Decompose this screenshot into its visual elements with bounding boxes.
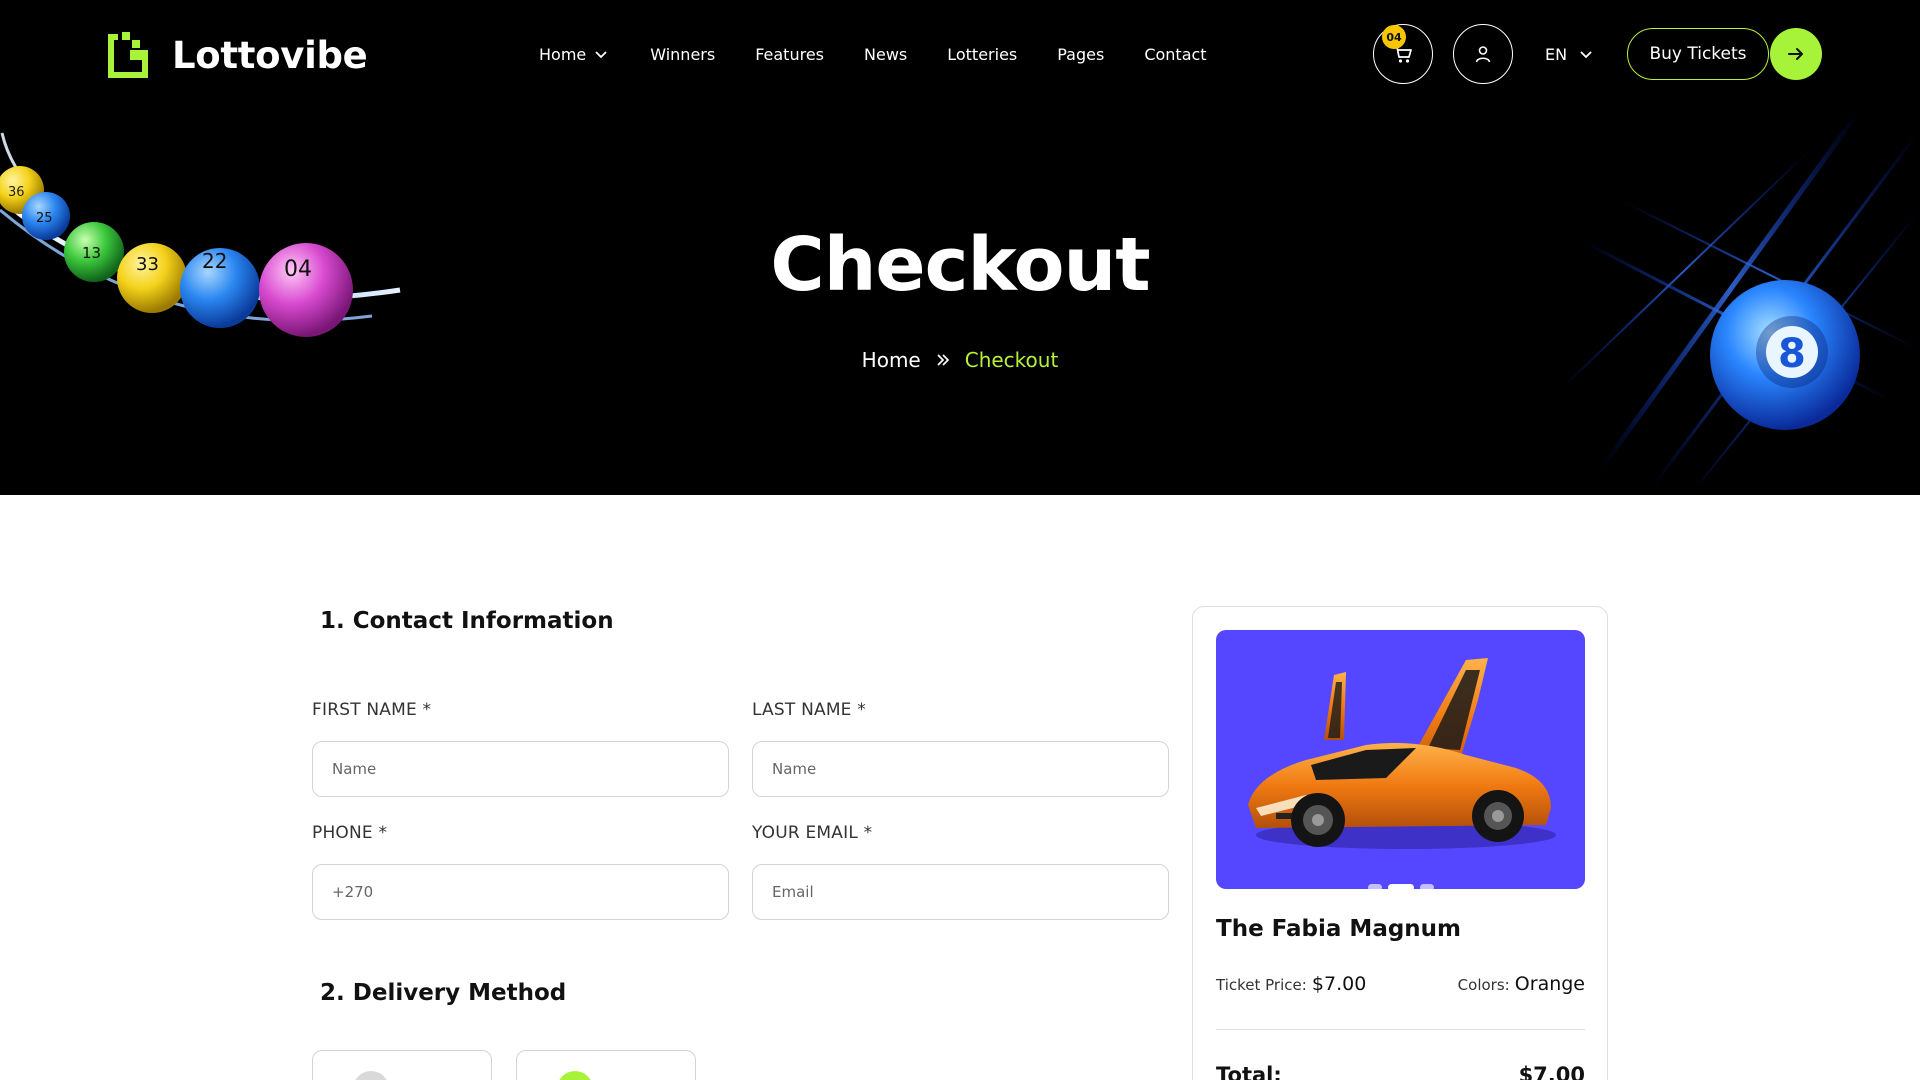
radio-selected — [557, 1071, 593, 1080]
buy-tickets-arrow-button[interactable] — [1770, 28, 1822, 80]
first-name-label: FIRST NAME * — [312, 700, 432, 720]
email-input[interactable] — [752, 864, 1169, 920]
logo-icon — [108, 32, 148, 78]
nav-item-label: News — [864, 44, 908, 64]
nav-item-label: Contact — [1144, 44, 1207, 64]
carousel-dots — [1216, 884, 1585, 889]
email-label: YOUR EMAIL * — [752, 823, 873, 843]
last-name-input[interactable] — [752, 741, 1169, 797]
total-label: Total: — [1216, 1063, 1282, 1080]
nav-item-label: Home — [539, 44, 587, 64]
sports-car-illustration — [1248, 658, 1556, 849]
page-title: Checkout — [770, 222, 1150, 308]
nav-item-features[interactable]: Features — [755, 40, 824, 68]
top-navigation: Lottovibe Home Winners Features News Lot… — [0, 0, 1920, 108]
breadcrumb: Home Checkout — [0, 348, 1920, 372]
nav-item-news[interactable]: News — [864, 40, 907, 68]
chevron-down-icon — [1580, 51, 1592, 59]
last-name-label: LAST NAME * — [752, 700, 866, 720]
ticket-price-value: $7.00 — [1311, 973, 1367, 995]
nav-item-label: Features — [755, 44, 824, 64]
color-value: Orange — [1514, 973, 1585, 995]
nav-item-lotteries[interactable]: Lotteries — [947, 40, 1017, 68]
nav-item-label: Pages — [1057, 44, 1105, 64]
nav-item-pages[interactable]: Pages — [1057, 40, 1104, 68]
language-label: EN — [1545, 44, 1568, 64]
ball-number: 36 — [8, 185, 25, 200]
breadcrumb-current: Checkout — [964, 348, 1059, 372]
page-hero: 36 25 13 33 22 04 8 Lottovibe Home Winne… — [0, 0, 1920, 495]
contact-section-heading: 1. Contact Information — [320, 608, 614, 634]
brand-name: Lottovibe — [172, 33, 368, 77]
nav-item-winners[interactable]: Winners — [650, 40, 715, 68]
phone-label: PHONE * — [312, 823, 388, 843]
radio-unselected — [353, 1071, 389, 1080]
brand-logo[interactable]: Lottovibe — [106, 30, 368, 80]
delivery-option-1[interactable] — [312, 1050, 492, 1080]
carousel-dot-active[interactable] — [1387, 884, 1414, 889]
chevron-down-icon — [595, 51, 607, 59]
nav-item-contact[interactable]: Contact — [1144, 40, 1206, 68]
breadcrumb-home-link[interactable]: Home — [862, 348, 921, 372]
nav-item-label: Winners — [650, 44, 716, 64]
carousel-dot[interactable] — [1367, 884, 1382, 889]
cart-count-badge: 04 — [1382, 25, 1406, 49]
total-value: $7.00 — [1518, 1063, 1585, 1080]
carousel-dot[interactable] — [1419, 884, 1434, 889]
main-menu: Home Winners Features News Lotteries Pag… — [539, 40, 1207, 68]
total-row: Total: $7.00 — [1216, 1063, 1585, 1080]
colors-label: Colors: — [1457, 976, 1510, 994]
nav-item-label: Lotteries — [947, 44, 1018, 64]
buy-tickets-button[interactable]: Buy Tickets — [1627, 28, 1769, 80]
delivery-section-heading: 2. Delivery Method — [320, 980, 567, 1006]
nav-item-home[interactable]: Home — [539, 40, 608, 68]
double-chevron-right-icon — [937, 354, 949, 366]
user-icon — [1475, 46, 1491, 63]
summary-divider — [1216, 1029, 1585, 1030]
order-summary-card: The Fabia Magnum Ticket Price: $7.00 Col… — [1192, 606, 1608, 1080]
account-button[interactable] — [1453, 24, 1513, 84]
ticket-price-label: Ticket Price: — [1216, 976, 1307, 994]
language-selector[interactable]: EN — [1545, 40, 1593, 68]
arrow-right-icon — [1788, 48, 1803, 60]
first-name-input[interactable] — [312, 741, 729, 797]
delivery-option-2[interactable] — [516, 1050, 696, 1080]
product-meta-row: Ticket Price: $7.00 Colors: Orange — [1216, 973, 1585, 995]
product-image — [1216, 630, 1585, 889]
product-title: The Fabia Magnum — [1216, 916, 1462, 942]
phone-input[interactable] — [312, 864, 729, 920]
